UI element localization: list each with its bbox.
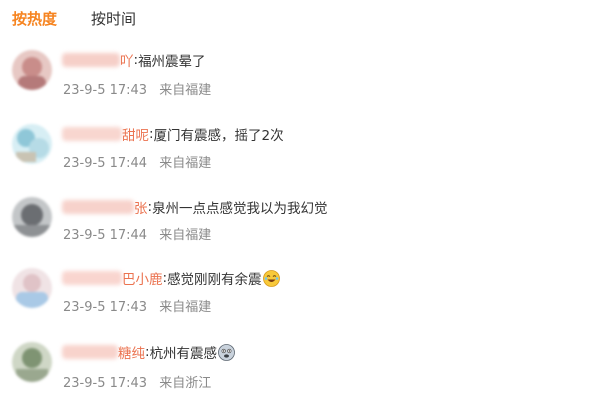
comment-text: 感觉刚刚有余震 — [167, 272, 262, 288]
comment-item: 糖纯 : 杭州有震感 23-9-5 17:43 来自浙江 — [0, 338, 600, 398]
comment-line: 糖纯 : 杭州有震感 — [62, 342, 235, 362]
scared-emoji-icon — [218, 343, 235, 361]
comment-line: 张 : 泉州一点点感觉我以为我幻觉 — [62, 197, 328, 217]
comment-location: 来自福建 — [159, 228, 212, 243]
comment-item: 甜呢 : 厦门有震感，摇了2次 23-9-5 17:44 来自福建 — [0, 118, 600, 178]
comment-time: 23-9-5 17:43 — [63, 83, 148, 98]
comment-text: 杭州有震感 — [149, 346, 218, 362]
comment-meta: 23-9-5 17:43 来自福建 — [63, 296, 219, 315]
comment-meta: 23-9-5 17:44 来自福建 — [63, 152, 219, 171]
laugh-cry-emoji-icon — [262, 269, 280, 287]
comment-time: 23-9-5 17:44 — [63, 228, 148, 243]
comment-item: 巴小鹿 : 感觉刚刚有余震 23-9-5 17:43 来自福建 — [0, 262, 600, 322]
comment-time: 23-9-5 17:43 — [63, 300, 148, 315]
comment-location: 来自福建 — [159, 156, 212, 171]
comment-text: 厦门有震感，摇了2次 — [153, 128, 284, 144]
comment-item: 吖 : 福州震晕了 23-9-5 17:43 来自福建 — [0, 44, 600, 104]
comment-username[interactable]: 张 — [134, 197, 148, 217]
comment-username[interactable]: 糖纯 — [118, 342, 145, 362]
comment-time: 23-9-5 17:44 — [63, 156, 148, 171]
comment-location: 来自浙江 — [159, 376, 212, 391]
comment-text: 泉州一点点感觉我以为我幻觉 — [152, 201, 328, 217]
comment-panel: 按热度 按时间 吖 : 福州震晕了 23-9-5 17:43 来自福建 甜呢:… — [0, 0, 600, 411]
comment-item: 张 : 泉州一点点感觉我以为我幻觉 23-9-5 17:44 来自福建 — [0, 190, 600, 250]
comment-line: 巴小鹿 : 感觉刚刚有余震 — [62, 268, 280, 288]
comment-text: 福州震晕了 — [138, 54, 206, 70]
comment-location: 来自福建 — [159, 300, 212, 315]
comment-username[interactable]: 巴小鹿 — [122, 268, 163, 288]
tab-sort-by-time[interactable]: 按时间 — [91, 6, 136, 32]
comment-meta: 23-9-5 17:43 来自福建 — [63, 79, 219, 98]
avatar[interactable] — [12, 197, 52, 237]
comment-line: 吖 : 福州震晕了 — [62, 50, 206, 70]
comment-meta: 23-9-5 17:43 来自浙江 — [63, 372, 219, 391]
avatar[interactable] — [12, 124, 52, 164]
comment-username[interactable]: 甜呢 — [122, 124, 149, 144]
comment-location: 来自福建 — [159, 83, 212, 98]
tab-sort-by-popularity[interactable]: 按热度 — [12, 6, 57, 32]
avatar[interactable] — [12, 268, 52, 308]
comment-meta: 23-9-5 17:44 来自福建 — [63, 224, 219, 243]
comment-time: 23-9-5 17:43 — [63, 376, 148, 391]
avatar[interactable] — [12, 50, 52, 90]
sort-tabs: 按热度 按时间 — [12, 6, 170, 32]
comment-username[interactable]: 吖 — [120, 50, 134, 70]
avatar[interactable] — [12, 342, 52, 382]
comment-line: 甜呢 : 厦门有震感，摇了2次 — [62, 124, 284, 144]
